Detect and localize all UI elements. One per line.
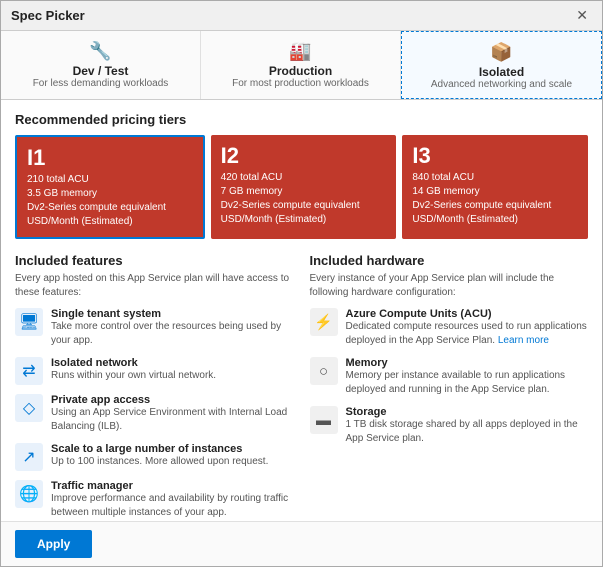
traffic-manager-name: Traffic manager [51,480,294,492]
scale-icon: ↗ [15,443,43,471]
storage-desc: 1 TB disk storage shared by all apps dep… [346,418,589,446]
tier-i3-compute: Dv2-Series compute equivalent [412,199,578,213]
dev-test-label: Dev / Test [7,64,194,78]
tier-i1-compute: Dv2-Series compute equivalent [27,201,193,215]
tabs-container: 🔧 Dev / Test For less demanding workload… [1,31,602,100]
pricing-section-title: Recommended pricing tiers [15,112,588,127]
memory-icon: ○ [310,357,338,385]
feature-scale: ↗ Scale to a large number of instances U… [15,443,294,471]
tier-i2-memory: 7 GB memory [221,185,387,199]
hardware-title: Included hardware [310,253,589,268]
isolated-network-name: Isolated network [51,357,216,369]
tier-i3-id: I3 [412,143,578,169]
single-tenant-name: Single tenant system [51,308,294,320]
isolated-label: Isolated [408,65,595,79]
tier-i1-acu: 210 total ACU [27,173,193,187]
acu-desc: Dedicated compute resources used to run … [346,320,589,348]
tier-i2-price: USD/Month (Estimated) [221,213,387,227]
title-bar: Spec Picker ✕ [1,1,602,31]
tier-i3-memory: 14 GB memory [412,185,578,199]
scale-desc: Up to 100 instances. More allowed upon r… [51,455,268,469]
tab-isolated[interactable]: 📦 Isolated Advanced networking and scale [401,31,602,99]
tier-i1[interactable]: I1 210 total ACU 3.5 GB memory Dv2-Serie… [15,135,205,239]
dev-test-icon: 🔧 [7,41,194,62]
hardware-acu: ⚡ Azure Compute Units (ACU) Dedicated co… [310,308,589,348]
tab-dev-test[interactable]: 🔧 Dev / Test For less demanding workload… [1,31,201,99]
tab-production[interactable]: 🏭 Production For most production workloa… [201,31,401,99]
private-app-name: Private app access [51,394,294,406]
hardware-subtitle: Every instance of your App Service plan … [310,272,589,300]
traffic-manager-icon: 🌐 [15,480,43,508]
isolated-network-icon: ⇄ [15,357,43,385]
tier-i1-price: USD/Month (Estimated) [27,215,193,229]
apply-button[interactable]: Apply [15,530,92,558]
hardware-column: Included hardware Every instance of your… [310,253,589,521]
production-icon: 🏭 [207,41,394,62]
dev-test-sublabel: For less demanding workloads [7,78,194,89]
memory-name: Memory [346,357,589,369]
hardware-memory: ○ Memory Memory per instance available t… [310,357,589,397]
feature-traffic-manager: 🌐 Traffic manager Improve performance an… [15,480,294,520]
private-app-desc: Using an App Service Environment with In… [51,406,294,434]
traffic-manager-desc: Improve performance and availability by … [51,492,294,520]
tiers-container: I1 210 total ACU 3.5 GB memory Dv2-Serie… [15,135,588,239]
memory-desc: Memory per instance available to run app… [346,369,589,397]
features-subtitle: Every app hosted on this App Service pla… [15,272,294,300]
feature-single-tenant: 🖥 Single tenant system Take more control… [15,308,294,348]
features-hardware-columns: Included features Every app hosted on th… [15,253,588,521]
tier-i2-acu: 420 total ACU [221,171,387,185]
window-title: Spec Picker [11,8,85,23]
close-button[interactable]: ✕ [572,7,592,24]
tier-i3-price: USD/Month (Estimated) [412,213,578,227]
hardware-storage: ▬ Storage 1 TB disk storage shared by al… [310,406,589,446]
learn-more-link[interactable]: Learn more [498,335,549,346]
feature-private-app-access: ◇ Private app access Using an App Servic… [15,394,294,434]
footer: Apply [1,521,602,566]
features-title: Included features [15,253,294,268]
acu-icon: ⚡ [310,308,338,336]
production-label: Production [207,64,394,78]
isolated-network-desc: Runs within your own virtual network. [51,369,216,383]
tier-i3-acu: 840 total ACU [412,171,578,185]
acu-name: Azure Compute Units (ACU) [346,308,589,320]
storage-name: Storage [346,406,589,418]
tier-i2-compute: Dv2-Series compute equivalent [221,199,387,213]
production-sublabel: For most production workloads [207,78,394,89]
isolated-sublabel: Advanced networking and scale [408,79,595,90]
tier-i2[interactable]: I2 420 total ACU 7 GB memory Dv2-Series … [211,135,397,239]
scale-name: Scale to a large number of instances [51,443,268,455]
feature-isolated-network: ⇄ Isolated network Runs within your own … [15,357,294,385]
single-tenant-icon: 🖥 [15,308,43,336]
tier-i1-memory: 3.5 GB memory [27,187,193,201]
features-column: Included features Every app hosted on th… [15,253,294,521]
isolated-icon: 📦 [408,42,595,63]
tier-i3[interactable]: I3 840 total ACU 14 GB memory Dv2-Series… [402,135,588,239]
single-tenant-desc: Take more control over the resources bei… [51,320,294,348]
tier-i1-id: I1 [27,145,193,171]
tier-i2-id: I2 [221,143,387,169]
spec-picker-window: Spec Picker ✕ 🔧 Dev / Test For less dema… [0,0,603,567]
main-content: Recommended pricing tiers I1 210 total A… [1,100,602,521]
storage-icon: ▬ [310,406,338,434]
private-app-icon: ◇ [15,394,43,422]
